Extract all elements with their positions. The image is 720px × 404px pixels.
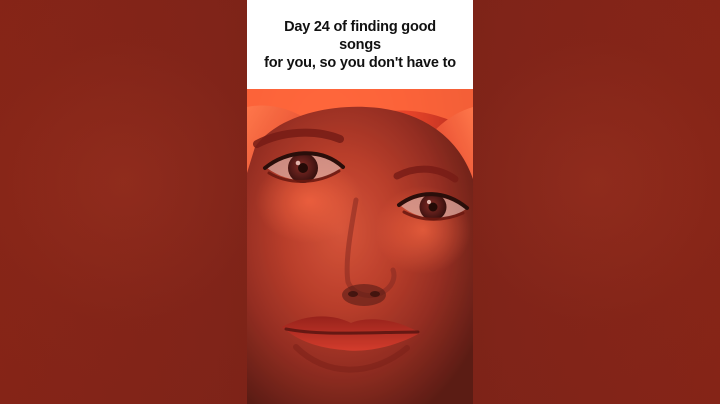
caption-text: Day 24 of finding good songs for you, so… <box>264 18 456 71</box>
caption-box: Day 24 of finding good songs for you, so… <box>247 0 473 89</box>
video-stage: Day 24 of finding good songs for you, so… <box>0 0 720 404</box>
left-background-panel <box>0 0 247 404</box>
red-light-overlay <box>247 89 473 404</box>
face-video-image <box>247 89 473 404</box>
right-background-panel <box>473 0 720 404</box>
vertical-video-frame[interactable]: Day 24 of finding good songs for you, so… <box>247 0 473 404</box>
